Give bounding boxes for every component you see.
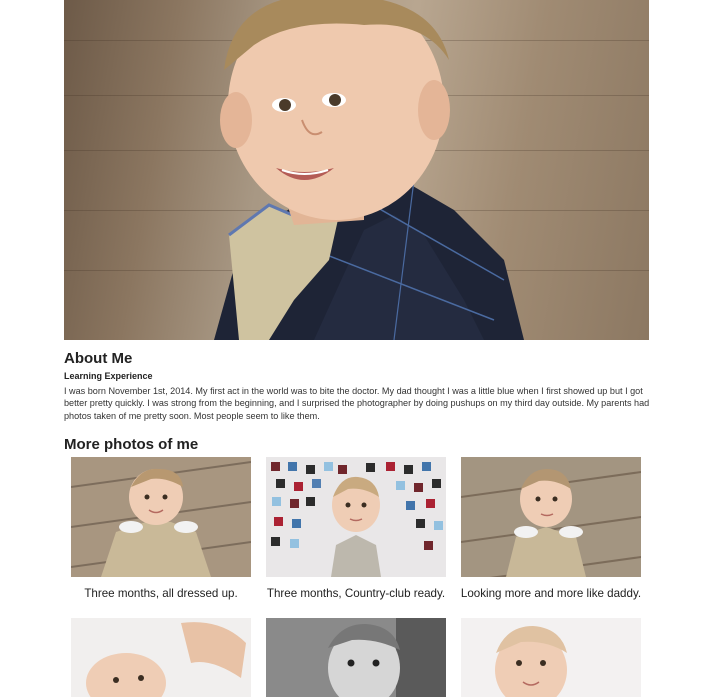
gallery-caption-1: Three months, all dressed up. (84, 587, 238, 600)
gallery-photo-5[interactable] (266, 618, 446, 697)
gallery-photo-2[interactable] (266, 457, 446, 577)
hero-photo (64, 0, 649, 340)
about-heading: About Me (64, 350, 133, 367)
gallery-heading: More photos of me (64, 436, 199, 453)
about-body: I was born November 1st, 2014. My first … (64, 386, 650, 421)
gallery-photo-4[interactable] (71, 618, 251, 697)
gallery-photo-6[interactable] (461, 618, 641, 697)
gallery-caption-2: Three months, Country-club ready. (266, 587, 446, 600)
about-subheading: Learning Experience (64, 371, 153, 381)
baby-portrait-icon (214, 0, 524, 340)
gallery-caption-3: Looking more and more like daddy. (460, 587, 642, 600)
gallery-photo-3[interactable] (461, 457, 641, 577)
gallery-photo-1[interactable] (71, 457, 251, 577)
